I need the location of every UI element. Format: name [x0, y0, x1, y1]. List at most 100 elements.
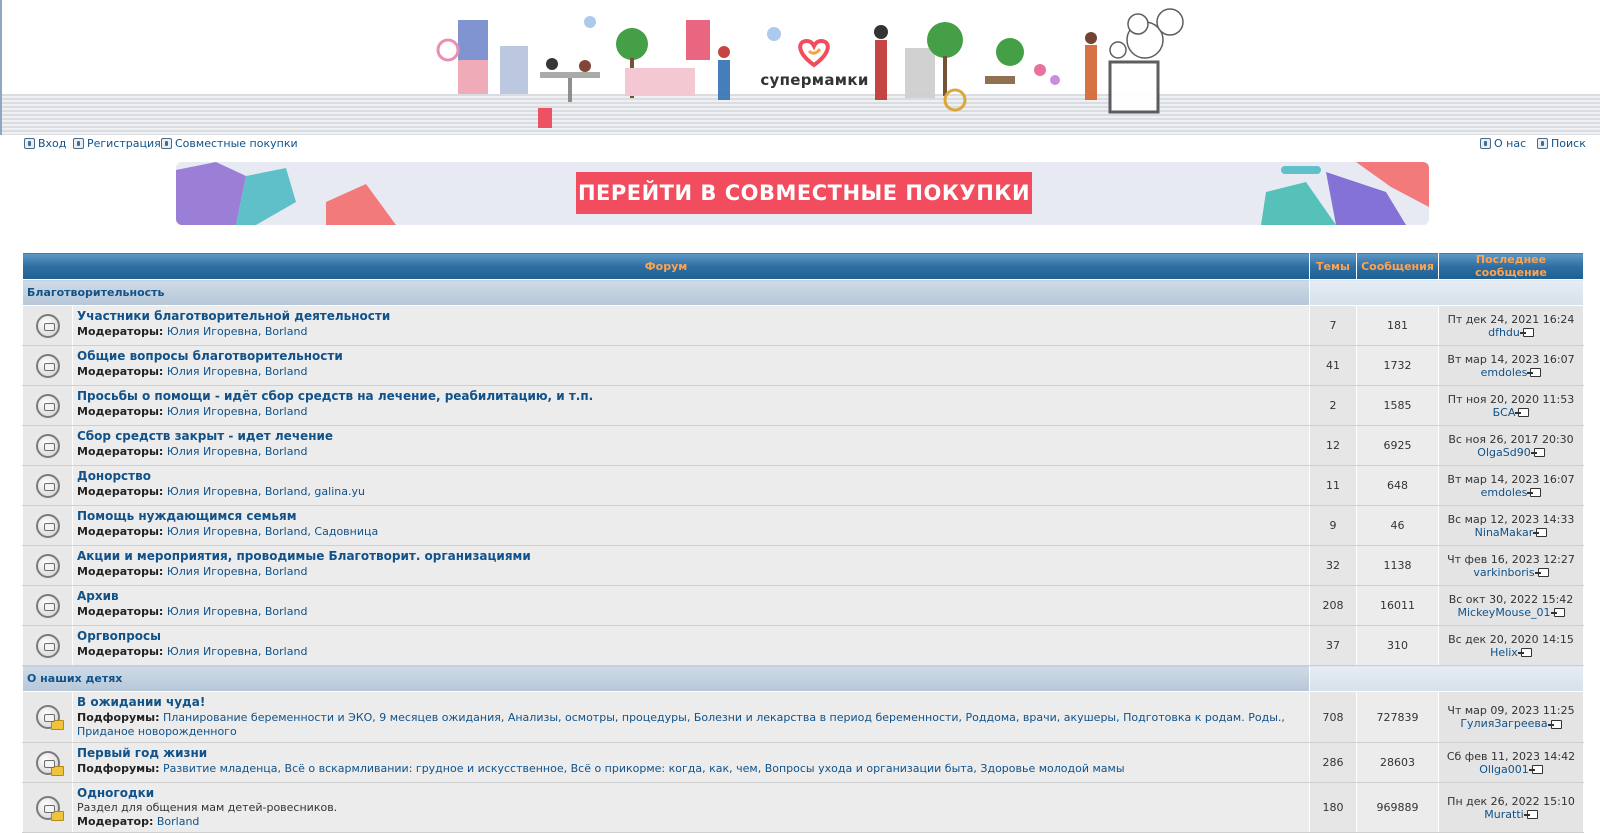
last-post-date: Вс окт 30, 2022 15:42 — [1448, 592, 1574, 606]
nav-bar: Вход Регистрация Совместные покупки О на… — [0, 137, 1600, 155]
last-post-cell: Пн дек 26, 2022 15:10 Muratti — [1438, 782, 1584, 833]
forum-row: Участники благотворительной деятельности… — [22, 305, 1584, 346]
last-post-user[interactable]: emdoles — [1481, 486, 1528, 499]
last-post-user[interactable]: MickeyMouse_01 — [1457, 606, 1550, 619]
last-post-date: Пт дек 24, 2021 16:24 — [1447, 312, 1575, 326]
last-post-cell: Вс мар 12, 2023 14:33 NinaMakar — [1438, 505, 1584, 546]
last-post-cell: Вс дек 20, 2020 14:15 Helix — [1438, 625, 1584, 666]
forum-icon-cell — [22, 742, 73, 783]
forum-info: Сбор средств закрыт - идет лечение Модера… — [72, 425, 1310, 466]
forum-title-link[interactable]: Первый год жизни — [77, 746, 1305, 761]
forum-title-link[interactable]: В ожидании чуда! — [77, 695, 1305, 710]
forum-title-link[interactable]: Одногодки — [77, 786, 1305, 801]
logo-text: супермамки — [760, 71, 869, 89]
go-to-last-post-icon[interactable] — [1533, 528, 1548, 537]
forum-title-link[interactable]: Помощь нуждающимся семьям — [77, 509, 1305, 524]
moderators-links[interactable]: Юлия Игоревна, Borland — [167, 325, 308, 338]
search-link[interactable]: Поиск — [1537, 137, 1586, 150]
last-post-cell: Пт ноя 20, 2020 11:53 БСА — [1438, 385, 1584, 426]
go-to-last-post-icon[interactable] — [1515, 408, 1530, 417]
info-icon — [1480, 138, 1491, 149]
go-to-last-post-icon[interactable] — [1517, 648, 1532, 657]
forum-info: Архив Модераторы: Юлия Игоревна, Borland — [72, 585, 1310, 626]
go-to-last-post-icon[interactable] — [1534, 568, 1549, 577]
last-post-user[interactable]: Muratti — [1484, 808, 1523, 821]
moderators-links[interactable]: Юлия Игоревна, Borland — [167, 605, 308, 618]
login-link[interactable]: Вход — [24, 137, 66, 150]
moderators-links[interactable]: Юлия Игоревна, Borland — [167, 445, 308, 458]
forum-info: Первый год жизни Подфорумы: Развитие млад… — [72, 742, 1310, 783]
go-to-last-post-icon[interactable] — [1550, 608, 1565, 617]
moderators-links[interactable]: Юлия Игоревна, Borland, Садовница — [167, 525, 378, 538]
last-post-user[interactable]: NinaMakar — [1475, 526, 1534, 539]
go-to-last-post-icon[interactable] — [1528, 765, 1543, 774]
category-title[interactable]: О наших детях — [22, 665, 1310, 692]
about-label: О нас — [1494, 137, 1527, 150]
last-post-user[interactable]: varkinboris — [1473, 566, 1534, 579]
last-post-user[interactable]: БСА — [1493, 406, 1516, 419]
site-logo[interactable]: супермамки — [757, 33, 872, 93]
last-post-cell: Сб фев 11, 2023 14:42 Ollga001 — [1438, 742, 1584, 783]
forum-title-link[interactable]: Участники благотворительной деятельности — [77, 309, 1305, 324]
last-post-user[interactable]: OlgaSd90 — [1477, 446, 1530, 459]
last-post-date: Вс мар 12, 2023 14:33 — [1447, 512, 1575, 526]
moderators-links[interactable]: Юлия Игоревна, Borland — [167, 565, 308, 578]
register-link[interactable]: Регистрация — [73, 137, 161, 150]
moderator-link[interactable]: Borland — [157, 815, 200, 828]
category-title[interactable]: Благотворительность — [22, 279, 1310, 306]
login-label: Вход — [38, 137, 67, 150]
subforums-links[interactable]: Развитие младенца, Всё о вскармливании: … — [163, 762, 1125, 775]
forum-read-icon — [35, 633, 60, 658]
forum-title-link[interactable]: Донорство — [77, 469, 1305, 484]
last-post-cell: Вт мар 14, 2023 16:07 emdoles — [1438, 345, 1584, 386]
forum-icon-cell — [22, 465, 73, 506]
category-row: Благотворительность — [22, 279, 1584, 306]
about-link[interactable]: О нас — [1480, 137, 1526, 150]
last-post-date: Вс ноя 26, 2017 20:30 — [1448, 432, 1574, 446]
joint-purchases-button[interactable]: ПЕРЕЙТИ В СОВМЕСТНЫЕ ПОКУПКИ — [576, 172, 1032, 214]
forum-title-link[interactable]: Архив — [77, 589, 1305, 604]
forum-title-link[interactable]: Оргвопросы — [77, 629, 1305, 644]
topics-count: 37 — [1309, 625, 1357, 666]
posts-count: 648 — [1356, 465, 1439, 506]
moderators-label: Модераторы: — [77, 525, 164, 538]
go-to-last-post-icon[interactable] — [1523, 810, 1538, 819]
subforums-links[interactable]: Планирование беременности и ЭКО, 9 месяц… — [77, 711, 1285, 738]
forum-title-link[interactable]: Сбор средств закрыт - идет лечение — [77, 429, 1305, 444]
forum-info: Одногодки Раздел для общения мам детей-ро… — [72, 782, 1310, 833]
go-to-last-post-icon[interactable] — [1530, 448, 1545, 457]
last-post-user[interactable]: ГулияЗагреева — [1460, 717, 1547, 730]
moderators-links[interactable]: Юлия Игоревна, Borland — [167, 645, 308, 658]
moderators-label: Модераторы: — [77, 485, 164, 498]
topics-count: 2 — [1309, 385, 1357, 426]
joint-purchases-link[interactable]: Совместные покупки — [161, 137, 298, 150]
forum-title-link[interactable]: Просьбы о помощи - идёт сбор средств на … — [77, 389, 1305, 404]
col-posts: Сообщения — [1356, 252, 1439, 280]
go-to-last-post-icon[interactable] — [1527, 368, 1542, 377]
forum-read-icon — [35, 795, 64, 821]
forum-icon-cell — [22, 691, 73, 743]
posts-count: 46 — [1356, 505, 1439, 546]
subforums-line: Подфорумы: Развитие младенца, Всё о вска… — [77, 762, 1305, 776]
moderators-links[interactable]: Юлия Игоревна, Borland — [167, 365, 308, 378]
go-to-last-post-icon[interactable] — [1519, 328, 1534, 337]
last-post-user[interactable]: Ollga001 — [1479, 763, 1529, 776]
posts-count: 28603 — [1356, 742, 1439, 783]
last-post-user[interactable]: emdoles — [1481, 366, 1528, 379]
moderators-links[interactable]: Юлия Игоревна, Borland — [167, 405, 308, 418]
last-post-user[interactable]: dfhdu — [1488, 326, 1520, 339]
moderators-label: Модераторы: — [77, 405, 164, 418]
promo-banner[interactable]: ПЕРЕЙТИ В СОВМЕСТНЫЕ ПОКУПКИ — [176, 162, 1429, 225]
forum-title-link[interactable]: Общие вопросы благотворительности — [77, 349, 1305, 364]
last-post-cell: Вс окт 30, 2022 15:42 MickeyMouse_01 — [1438, 585, 1584, 626]
last-post-date: Пн дек 26, 2022 15:10 — [1447, 794, 1575, 808]
go-to-last-post-icon[interactable] — [1547, 719, 1562, 729]
forum-title-link[interactable]: Акции и мероприятия, проводимые Благотво… — [77, 549, 1305, 564]
posts-count: 181 — [1356, 305, 1439, 346]
last-post-user[interactable]: Helix — [1490, 646, 1518, 659]
moderators-links[interactable]: Юлия Игоревна, Borland, galina.yu — [167, 485, 365, 498]
subforums-label: Подфорумы: — [77, 711, 160, 724]
register-icon — [73, 138, 84, 149]
go-to-last-post-icon[interactable] — [1527, 488, 1542, 497]
forum-row: Одногодки Раздел для общения мам детей-ро… — [22, 782, 1584, 833]
